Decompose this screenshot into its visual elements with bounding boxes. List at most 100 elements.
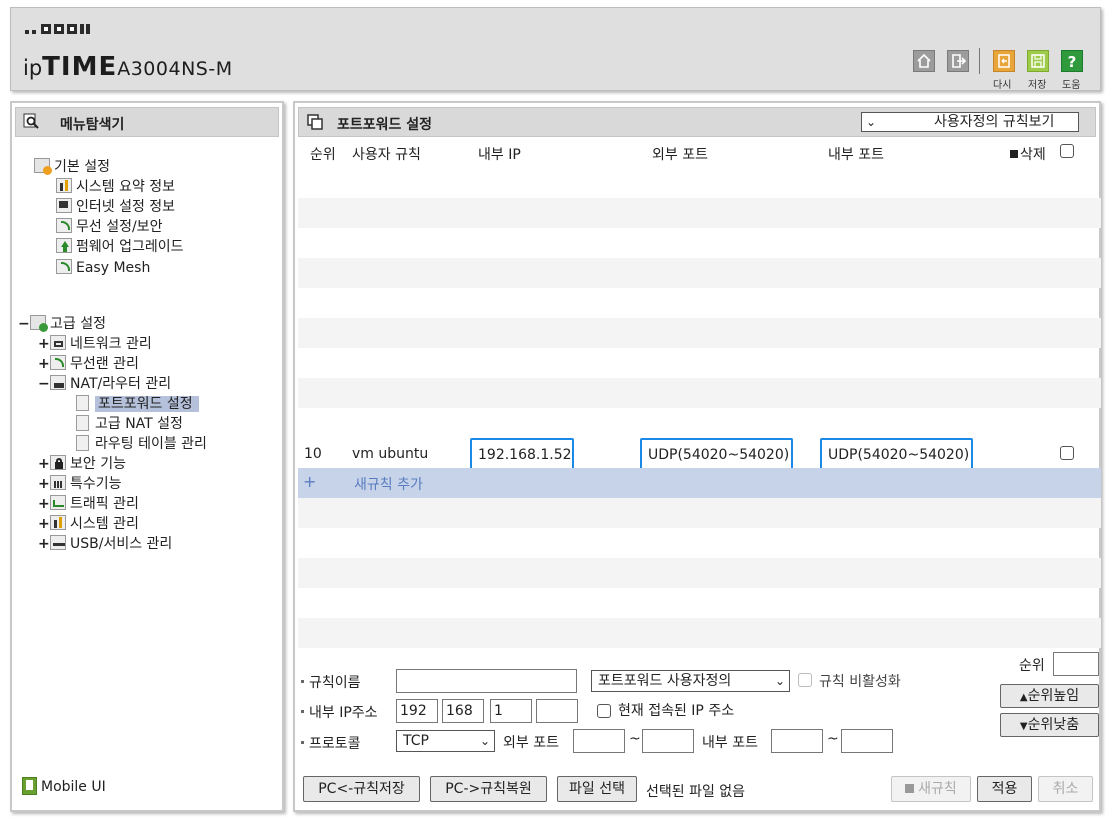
tree-system-summary[interactable]: 시스템 요약 정보	[56, 177, 175, 197]
rule-internal-ip: 192.168.1.52	[470, 438, 574, 472]
empty-row	[298, 318, 1101, 348]
rank-input[interactable]	[1053, 652, 1099, 676]
tree-internet-info[interactable]: 인터넷 설정 정보	[56, 197, 175, 217]
logout-icon[interactable]	[947, 50, 969, 72]
tree-wlan-mgmt[interactable]: + 무선랜 관리	[38, 354, 139, 374]
menu-explorer-header: 메뉴탐색기	[15, 107, 279, 137]
ip-octet-3-input[interactable]: 1	[490, 699, 532, 723]
expand-icon[interactable]: +	[38, 534, 50, 554]
internal-port-end-input[interactable]	[841, 729, 893, 753]
expand-icon[interactable]: +	[38, 354, 50, 374]
port-forward-header: 포트포워드 설정 ⌄ 사용자정의 규칙보기	[298, 107, 1096, 137]
table-row[interactable]: 10 vm ubuntu 192.168.1.52 UDP(54020~5402…	[298, 438, 1101, 472]
tree-port-forward[interactable]: 포트포워드 설정	[76, 394, 199, 414]
new-rule-button[interactable]: 새규칙	[891, 776, 971, 802]
expand-icon[interactable]: +	[38, 474, 50, 494]
tree-firmware-upgrade[interactable]: 펌웨어 업그레이드	[56, 237, 184, 257]
rule-name: vm ubuntu	[352, 446, 429, 462]
cancel-button[interactable]: 취소	[1038, 776, 1093, 802]
internal-port-start-input[interactable]	[771, 729, 823, 753]
chevron-down-icon: ⌄	[866, 115, 877, 129]
disable-rule-checkbox[interactable]	[798, 673, 812, 687]
plus-square-icon	[905, 784, 915, 793]
help-icon[interactable]: ?	[1061, 50, 1083, 72]
col-user-rule: 사용자 규칙	[352, 147, 421, 163]
protocol-label: 프로토콜	[301, 733, 361, 753]
tree-security[interactable]: + 보안 기능	[38, 454, 126, 474]
ip-octet-1-input[interactable]: 192	[396, 699, 438, 723]
col-external-port: 외부 포트	[652, 147, 708, 163]
rule-type-select[interactable]: 포트포워드 사용자정의 ⌄	[591, 670, 790, 692]
protocol-select[interactable]: TCP ⌄	[396, 730, 495, 752]
current-ip-checkbox[interactable]	[597, 704, 611, 718]
home-icon[interactable]	[913, 50, 935, 72]
tree-traffic[interactable]: + 트래픽 관리	[38, 494, 139, 514]
mobile-ui-link[interactable]: Mobile UI	[22, 777, 106, 797]
triangle-up-icon: ▲	[1019, 692, 1028, 703]
lock-icon	[50, 455, 66, 470]
page-icon	[76, 395, 89, 411]
tree-basic-settings[interactable]: 기본 설정	[34, 157, 110, 177]
upgrade-icon	[56, 238, 72, 253]
external-port-start-input[interactable]	[573, 729, 625, 753]
page-icon	[76, 415, 89, 431]
magnifier-icon	[23, 113, 39, 129]
rank-up-button[interactable]: ▲순위높임	[1000, 684, 1099, 708]
rule-name-label: 규칙이름	[301, 672, 361, 692]
chevron-down-icon: ⌄	[479, 734, 490, 748]
select-all-checkbox[interactable]	[1060, 144, 1074, 158]
expand-icon[interactable]: +	[38, 454, 50, 474]
expand-icon[interactable]: +	[38, 514, 50, 534]
tree-advanced-nat[interactable]: 고급 NAT 설정	[76, 414, 183, 434]
triangle-down-icon: ▼	[1019, 721, 1028, 732]
rule-view-select[interactable]: ⌄ 사용자정의 규칙보기	[861, 112, 1079, 132]
col-rank: 순위	[310, 147, 336, 163]
tree-routing-table[interactable]: 라우팅 테이블 관리	[76, 434, 207, 454]
traffic-icon	[50, 495, 66, 510]
plus-icon: +	[303, 472, 317, 491]
rule-rank: 10	[304, 446, 322, 462]
rule-name-input[interactable]	[396, 669, 577, 693]
external-port-end-input[interactable]	[642, 729, 694, 753]
expand-icon[interactable]: +	[38, 334, 50, 354]
chart-icon	[56, 178, 72, 193]
tree-special[interactable]: + 특수기능	[38, 474, 122, 494]
rank-down-button[interactable]: ▼순위낮춤	[1000, 713, 1099, 737]
chart-icon	[50, 515, 66, 530]
reload-icon[interactable]	[993, 50, 1015, 72]
tree-system-mgmt[interactable]: + 시스템 관리	[38, 514, 139, 534]
wifi-icon	[50, 355, 66, 370]
expand-icon[interactable]: +	[38, 494, 50, 514]
add-rule-row[interactable]: + 새규칙 추가	[298, 468, 1101, 498]
windows-icon	[307, 114, 323, 130]
restore-rules-from-pc-button[interactable]: PC->규칙복원	[430, 776, 547, 802]
tree-nat-router-mgmt[interactable]: − NAT/라우터 관리	[38, 374, 171, 394]
apply-button[interactable]: 적용	[977, 776, 1032, 802]
save-icon[interactable]	[1027, 50, 1049, 72]
external-port-label: 외부 포트	[503, 735, 559, 751]
external-port-tilde: ~	[629, 731, 641, 747]
current-ip-label: 현재 접속된 IP 주소	[618, 703, 735, 719]
tree-advanced-settings[interactable]: − 고급 설정	[18, 314, 106, 334]
save-rules-to-pc-button[interactable]: PC<-규칙저장	[303, 776, 420, 802]
internal-ip-label: 내부 IP주소	[301, 702, 378, 722]
save-label: 저장	[1028, 80, 1047, 91]
brand-logo: ipTIMEA3004NS-M	[23, 52, 233, 82]
rule-delete-checkbox[interactable]	[1060, 446, 1074, 460]
ip-octet-4-input[interactable]	[536, 699, 578, 723]
tree-network-mgmt[interactable]: + 네트워크 관리	[38, 334, 152, 354]
help-label: 도움	[1062, 80, 1081, 91]
tree-wireless-security[interactable]: 무선 설정/보안	[56, 217, 162, 237]
rule-internal-port: UDP(54020~54020)	[820, 438, 973, 472]
tree-easy-mesh[interactable]: Easy Mesh	[56, 258, 150, 278]
collapse-icon[interactable]: −	[38, 374, 50, 394]
collapse-icon[interactable]: −	[18, 314, 30, 334]
file-select-button[interactable]: 파일 선택	[557, 776, 637, 802]
tree-usb-service[interactable]: + USB/서비스 관리	[38, 534, 172, 554]
empty-row	[298, 258, 1101, 288]
empty-row	[298, 498, 1101, 528]
col-internal-port: 내부 포트	[828, 147, 884, 163]
ip-octet-2-input[interactable]: 168	[442, 699, 484, 723]
page-icon	[76, 435, 89, 451]
header-bar: ipTIMEA3004NS-M ? 다시 저장 도움	[10, 7, 1101, 91]
